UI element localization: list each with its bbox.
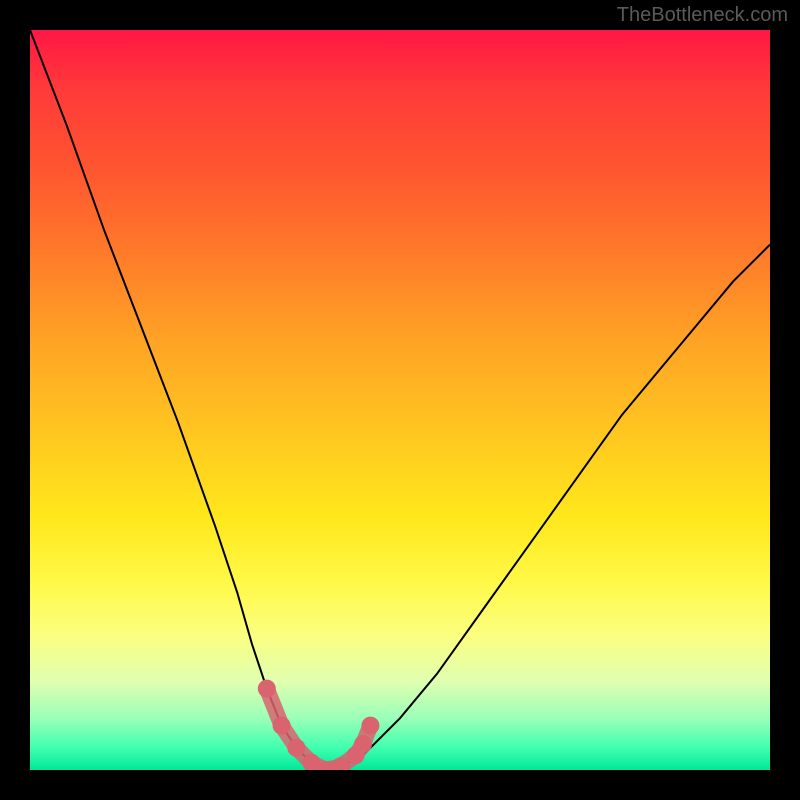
- highlight-points-layer: [258, 680, 380, 770]
- watermark-text: TheBottleneck.com: [617, 4, 788, 27]
- chart-plot-area: [30, 30, 770, 770]
- chart-svg: [30, 30, 770, 770]
- curve-layer: [30, 30, 770, 770]
